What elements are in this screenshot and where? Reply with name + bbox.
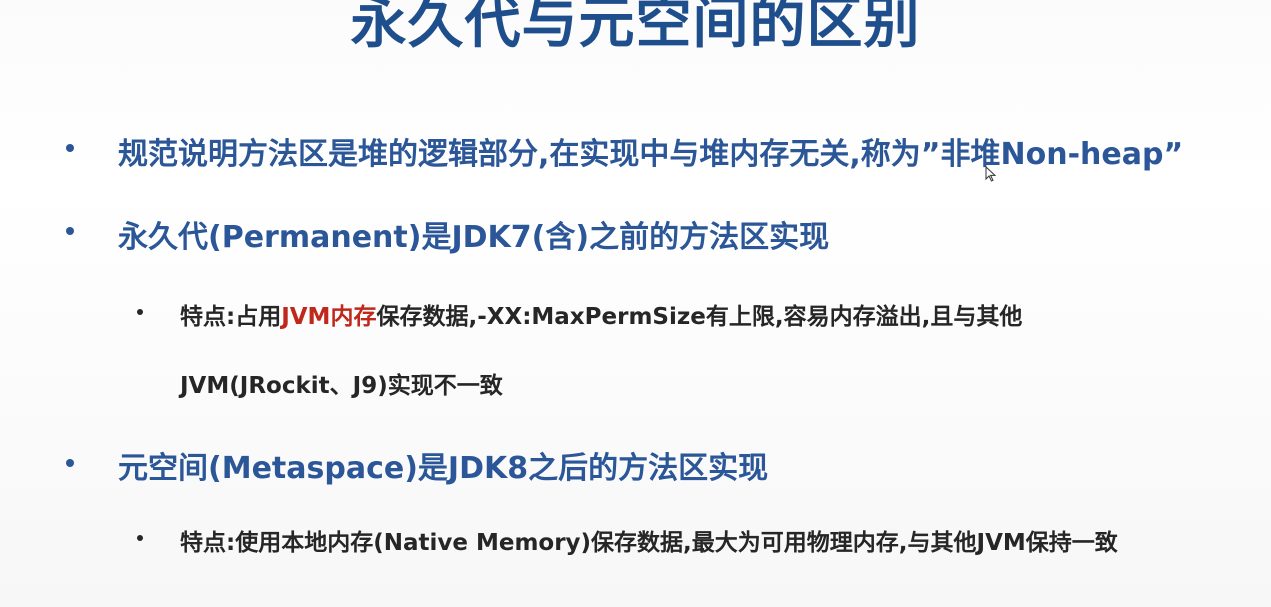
sub-bullet-permanent-feature-line2: JVM(JRockit、J9)实现不一致: [180, 373, 503, 399]
feature-highlight: JVM内存: [281, 304, 377, 330]
sub-bullet-dot: [137, 309, 143, 315]
bullet-non-heap: 规范说明方法区是堆的逻辑部分,在实现中与堆内存无关,称为”非堆Non-heap”: [118, 137, 1184, 172]
bullet-permanent: 永久代(Permanent)是JDK7(含)之前的方法区实现: [118, 220, 830, 255]
sub-bullet-dot: [137, 535, 143, 541]
bullet-dot: [66, 227, 74, 235]
bullet-dot: [66, 144, 74, 152]
mouse-cursor-icon: [985, 166, 997, 182]
bullet-metaspace: 元空间(Metaspace)是JDK8之后的方法区实现: [118, 451, 769, 486]
feature-prefix: 特点:占用: [180, 304, 282, 330]
sub-bullet-metaspace-feature: 特点:使用本地内存(Native Memory)保存数据,最大为可用物理内存,与…: [180, 530, 1118, 556]
slide-title: 永久代与元空间的区别: [350, 0, 921, 56]
bullet-dot: [66, 459, 74, 467]
sub-bullet-permanent-feature: 特点:占用JVM内存保存数据,-XX:MaxPermSize有上限,容易内存溢出…: [180, 297, 1022, 331]
slide: 永久代与元空间的区别 规范说明方法区是堆的逻辑部分,在实现中与堆内存无关,称为”…: [0, 0, 1271, 607]
feature-suffix: 保存数据,-XX:MaxPermSize有上限,容易内存溢出,且与其他: [376, 304, 1023, 330]
